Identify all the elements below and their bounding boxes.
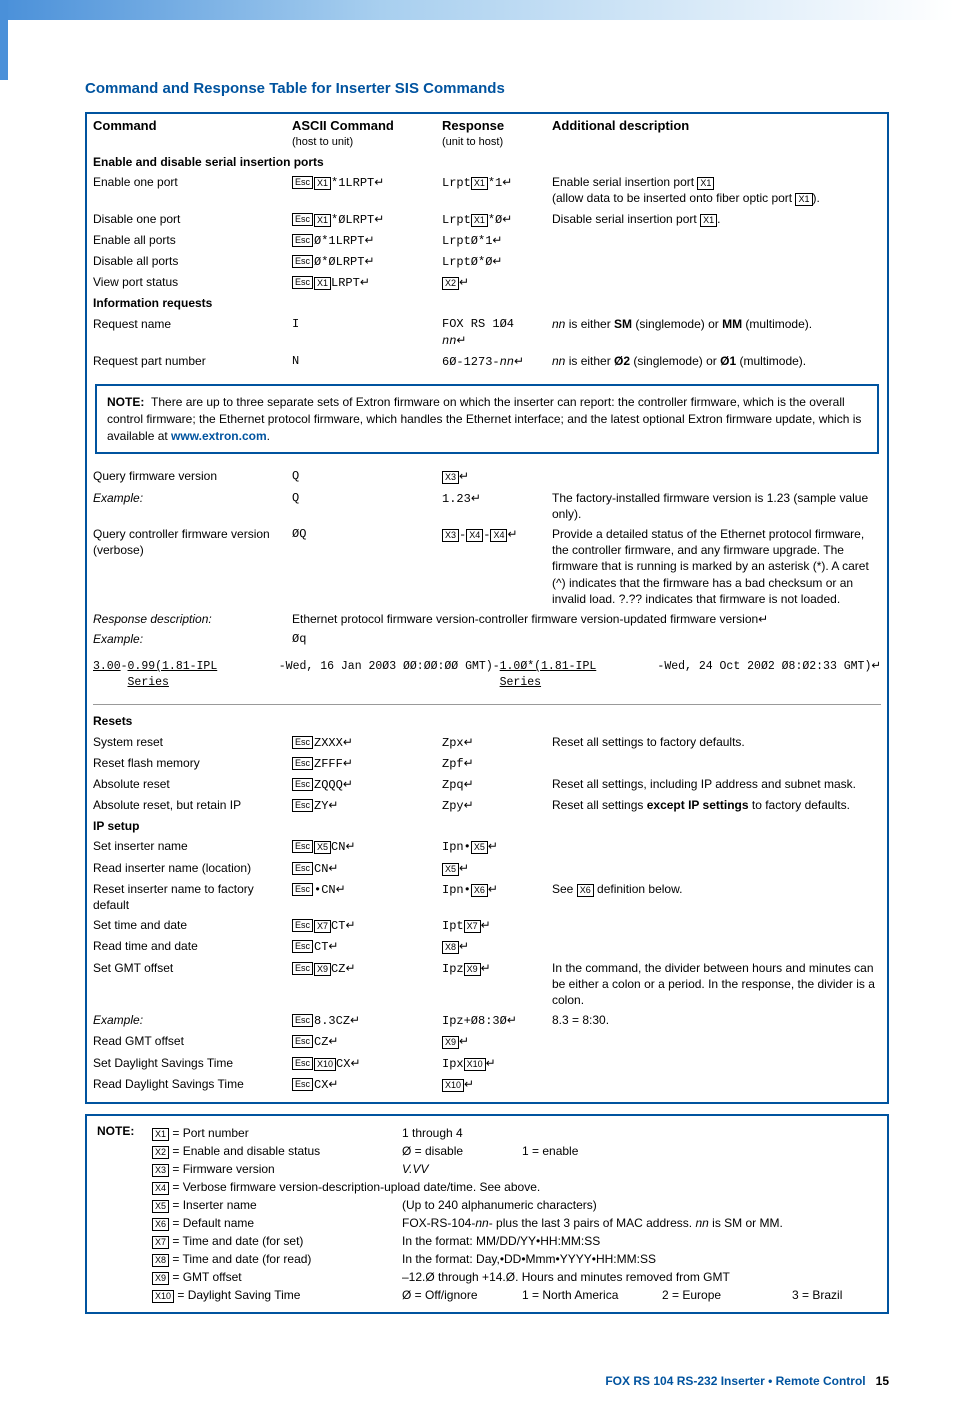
col-command: Command — [93, 118, 157, 133]
table-row: Response description: Ethernet protocol … — [86, 609, 888, 629]
table-row: Query controller firmware version (verbo… — [86, 524, 888, 609]
page-content: Command and Response Table for Inserter … — [0, 80, 954, 1354]
table-row: Absolute reset EscZQQQ↵ Zpq↵ Reset all s… — [86, 774, 888, 795]
table-row: Read inserter name (location) EscCN↵ X5↵ — [86, 858, 888, 879]
table-row: Query firmware version Q X3↵ — [86, 466, 888, 487]
table-row: Reset flash memory EscZFFF↵ Zpf↵ — [86, 753, 888, 774]
table-row: Set inserter name EscX5CN↵ Ipn•X5↵ — [86, 836, 888, 857]
table-row: System reset EscZXXX↵ Zpx↵ Reset all set… — [86, 732, 888, 753]
table-row: View port status EscX1LRPT↵ X2↵ — [86, 272, 888, 293]
table-row: Absolute reset, but retain IP EscZY↵ Zpy… — [86, 795, 888, 816]
extron-link[interactable]: www.extron.com — [171, 429, 267, 443]
table-row: Read Daylight Savings Time EscCX↵ X10↵ — [86, 1074, 888, 1095]
command-table: Command ASCII Command(host to unit) Resp… — [85, 112, 889, 1104]
table-row: Set Daylight Savings Time EscX10CX↵ IpxX… — [86, 1053, 888, 1074]
table-row: Enable all ports EscØ*1LRPT↵ LrptØ*1↵ — [86, 230, 888, 251]
col-response: Response — [442, 118, 504, 133]
table-row: Example: Øq — [86, 629, 888, 649]
table-row: Request part number N 6Ø-1273-nn↵ nn is … — [86, 351, 888, 372]
table-row: Reset inserter name to factory default E… — [86, 879, 888, 915]
table-row: Example: Esc8.3CZ↵ Ipz+Ø8:3Ø↵ 8.3 = 8:30… — [86, 1010, 888, 1031]
example-output: 3.00-0.99(1.81-IPL Series -Wed, 16 Jan 2… — [93, 651, 881, 700]
col-desc: Additional description — [552, 118, 689, 133]
page-title: Command and Response Table for Inserter … — [85, 80, 889, 97]
col-ascii: ASCII Command — [292, 118, 394, 133]
table-row: Read time and date EscCT↵ X8↵ — [86, 936, 888, 957]
section-header: Enable and disable serial insertion port… — [86, 152, 888, 172]
table-row: Enable one port EscX1*1LRPT↵ LrptX1*1↵ E… — [86, 172, 888, 208]
table-row: Example: Q 1.23↵ The factory-installed f… — [86, 488, 888, 524]
table-header: Command ASCII Command(host to unit) Resp… — [86, 113, 888, 152]
section-header: Information requests — [86, 293, 888, 313]
table-row: Set GMT offset EscX9CZ↵ IpzX9↵ In the co… — [86, 958, 888, 1011]
decorative-stripe — [0, 0, 8, 80]
note-box: NOTE: There are up to three separate set… — [95, 384, 879, 454]
section-header: Resets — [86, 711, 888, 731]
section-header: IP setup — [86, 816, 888, 836]
table-row: Disable all ports EscØ*ØLRPT↵ LrptØ*Ø↵ — [86, 251, 888, 272]
legend-box: NOTE: X1 = Port number1 through 4 X2 = E… — [85, 1114, 889, 1314]
top-gradient-bar — [0, 0, 954, 20]
page-footer: FOX RS 104 RS-232 Inserter • Remote Cont… — [0, 1354, 954, 1408]
table-row: Read GMT offset EscCZ↵ X9↵ — [86, 1031, 888, 1052]
table-row: Disable one port EscX1*ØLRPT↵ LrptX1*Ø↵ … — [86, 209, 888, 230]
table-row: Request name I FOX RS 1Ø4 nn↵ nn is eith… — [86, 314, 888, 351]
table-row: Set time and date EscX7CT↵ IptX7↵ — [86, 915, 888, 936]
